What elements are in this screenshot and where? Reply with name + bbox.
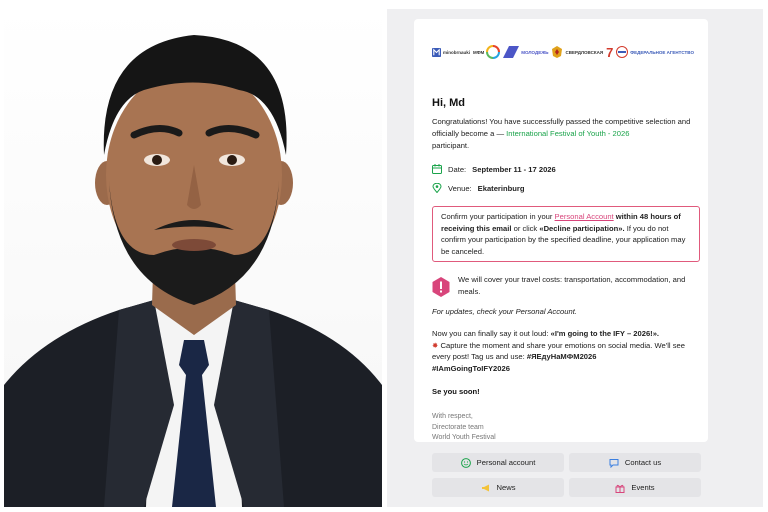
smiley-icon xyxy=(460,457,471,468)
greeting: Hi, Md xyxy=(432,97,465,109)
chat-bubble-icon xyxy=(609,458,619,468)
events-button[interactable]: Events xyxy=(569,478,701,497)
share-paragraph: Now you can finally say it out loud: «I'… xyxy=(432,328,700,374)
travel-text: We will cover your travel costs: transpo… xyxy=(458,275,686,296)
contact-us-label: Contact us xyxy=(624,458,662,467)
confirm-text-1: Confirm your participation in your xyxy=(441,212,555,221)
date-row: Date: September 11 - 17 2026 xyxy=(432,164,556,174)
gift-icon xyxy=(615,484,625,493)
logo-minobrnauki: minobrnauki xyxy=(432,47,470,57)
congrats-paragraph: Congratulations! You have successfully p… xyxy=(432,116,694,152)
confirm-text-3: or click xyxy=(511,223,540,233)
signature: With respect, Directorate team World You… xyxy=(432,412,496,444)
email-card: minobrnauki МФМ МОЛОДЕЖЬ СВЕРДЛОВСКАЯ 7 … xyxy=(414,19,708,442)
signature-line-2: Directorate team xyxy=(432,423,484,431)
logo-seven: 7 xyxy=(606,44,614,60)
calendar-icon xyxy=(432,164,442,174)
date-value: September 11 - 17 2026 xyxy=(472,164,556,174)
decline-participation-text: «Decline participation». xyxy=(539,223,625,233)
share-text-1: Now you can finally say it out loud: xyxy=(432,329,551,338)
hashtag-en: #IAmGoingToIFY2026 xyxy=(432,363,510,373)
news-button[interactable]: News xyxy=(432,478,564,497)
sparkle-icon: ✸ xyxy=(432,340,439,350)
see-you-text: Se you soon! xyxy=(432,387,480,396)
date-label: Date: xyxy=(448,164,467,174)
logo-festival: МФМ xyxy=(473,45,501,59)
travel-notice: We will cover your travel costs: transpo… xyxy=(432,274,694,300)
megaphone-icon xyxy=(481,484,489,491)
congrats-suffix: participant. xyxy=(432,141,470,150)
events-label: Events xyxy=(631,483,655,492)
venue-value: Ekaterinburg xyxy=(477,183,525,193)
portrait-photo xyxy=(4,5,382,507)
hashtag-ru: #ЯЕдуНаМФМ2026 xyxy=(526,352,597,361)
news-label: News xyxy=(496,483,516,492)
contact-us-button[interactable]: Contact us xyxy=(569,453,701,472)
share-quote: «I'm going to the IFY – 2026!». xyxy=(550,329,660,338)
festival-name: International Festival of Youth - 2026 xyxy=(506,129,630,138)
alert-hexagon-icon xyxy=(432,277,450,297)
logo-federal-agency: ФЕДЕРАЛЬНОЕ АГЕНТСТВО xyxy=(616,46,694,58)
updates-note: For updates, check your Personal Account… xyxy=(432,307,577,316)
signature-line-3: World Youth Festival xyxy=(432,434,496,441)
confirm-notice: Confirm your participation in your Perso… xyxy=(432,206,700,262)
personal-account-link[interactable]: Personal Account xyxy=(555,212,614,221)
personal-account-label: Personal account xyxy=(476,458,536,467)
location-pin-icon xyxy=(432,183,442,193)
venue-row: Venue: Ekaterinburg xyxy=(432,183,525,193)
partner-logos: minobrnauki МФМ МОЛОДЕЖЬ СВЕРДЛОВСКАЯ 7 … xyxy=(432,43,694,61)
signature-line-1: With respect, xyxy=(432,413,473,420)
venue-label: Venue: xyxy=(448,183,472,193)
email-panel: minobrnauki МФМ МОЛОДЕЖЬ СВЕРДЛОВСКАЯ 7 … xyxy=(387,9,763,507)
logo-sverdlovsk-region: СВЕРДЛОВСКАЯ xyxy=(551,46,603,58)
portrait-illustration xyxy=(4,35,382,507)
personal-account-button[interactable]: Personal account xyxy=(432,453,564,472)
logo-youth-agency: МОЛОДЕЖЬ xyxy=(503,46,549,58)
